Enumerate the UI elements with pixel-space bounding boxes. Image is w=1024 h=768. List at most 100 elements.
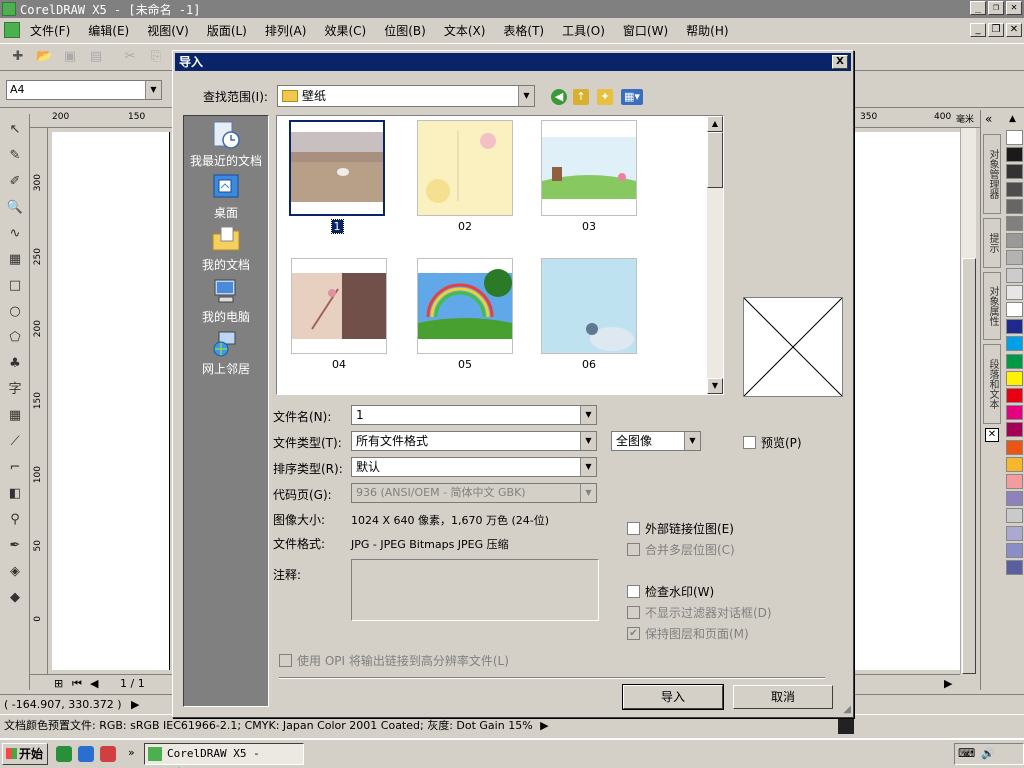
palette-swatch[interactable] — [1006, 336, 1023, 352]
palette-swatch[interactable] — [1006, 181, 1023, 197]
place-my-documents[interactable]: 我的文档 — [184, 224, 268, 273]
file-name[interactable]: 03 — [541, 220, 637, 233]
palette-swatch[interactable] — [1006, 560, 1023, 575]
place-recent[interactable]: 我最近的文档 — [184, 120, 268, 169]
chevron-down-icon[interactable]: ▼ — [580, 406, 596, 424]
chevron-down-icon[interactable]: ▼ — [684, 432, 700, 450]
copy-icon[interactable]: ⎘ — [148, 49, 164, 65]
doc-restore-button[interactable]: ❐ — [988, 23, 1004, 37]
lookin-select[interactable]: 壁纸 ▼ — [277, 85, 535, 107]
docker-tab-hints[interactable]: 提示 — [983, 218, 1001, 268]
chevron-down-icon[interactable]: ▼ — [518, 86, 534, 106]
watermark-checkbox[interactable]: 检查水印(W) — [627, 584, 714, 600]
resize-grip-icon[interactable]: ◢ — [843, 704, 851, 715]
ellipse-tool-icon[interactable]: ○ — [5, 302, 25, 322]
checkbox-box[interactable] — [627, 522, 640, 535]
palette-swatch[interactable] — [1006, 302, 1023, 317]
fill-tool-icon[interactable]: ◈ — [5, 562, 25, 582]
palette-swatch[interactable] — [1006, 456, 1023, 472]
menu-effects[interactable]: 效果(C) — [324, 22, 366, 39]
doc-close-button[interactable]: ✕ — [1006, 23, 1022, 37]
chevron-down-icon[interactable]: ▼ — [580, 458, 596, 476]
connector-tool-icon[interactable]: ⌐ — [5, 458, 25, 478]
page-size-select[interactable]: A4 ▼ — [6, 80, 162, 100]
palette-scroll-up-icon[interactable]: ▲ — [1009, 114, 1016, 124]
file-list-scrollbar[interactable]: ▲ ▼ — [707, 116, 723, 394]
palette-swatch[interactable] — [1006, 508, 1023, 524]
palette-swatch[interactable] — [1006, 353, 1023, 369]
palette-swatch[interactable] — [1006, 250, 1023, 266]
palette-swatch[interactable] — [1006, 439, 1023, 455]
palette-swatch[interactable] — [1006, 319, 1023, 335]
palette-swatch[interactable] — [1006, 267, 1023, 283]
palette-swatch[interactable] — [1006, 525, 1023, 541]
close-button[interactable]: ✕ — [1006, 1, 1022, 15]
rectangle-tool-icon[interactable]: □ — [5, 276, 25, 296]
sort-select[interactable]: 默认 ▼ — [351, 457, 597, 477]
file-name[interactable]: 1 — [289, 219, 385, 234]
menu-table[interactable]: 表格(T) — [503, 22, 544, 39]
basic-shapes-icon[interactable]: ♣ — [5, 354, 25, 374]
vertical-scrollbar[interactable] — [960, 128, 976, 674]
menu-window[interactable]: 窗口(W) — [623, 22, 668, 39]
text-tool-icon[interactable]: 字 — [5, 380, 25, 400]
palette-swatch[interactable] — [1006, 164, 1023, 180]
palette-swatch[interactable] — [1006, 130, 1023, 145]
menu-help[interactable]: 帮助(H) — [686, 22, 728, 39]
save-icon[interactable]: ▣ — [62, 49, 78, 65]
interactive-fill-icon[interactable]: ◆ — [5, 588, 25, 608]
shape-tool-icon[interactable]: ✎ — [5, 146, 25, 166]
fill-indicator[interactable] — [838, 718, 854, 734]
print-icon[interactable]: ▤ — [88, 49, 104, 65]
crop-tool-icon[interactable]: ✐ — [5, 172, 25, 192]
menu-tools[interactable]: 工具(O) — [562, 22, 605, 39]
menu-bitmaps[interactable]: 位图(B) — [384, 22, 426, 39]
menu-layout[interactable]: 版面(L) — [207, 22, 247, 39]
palette-swatch[interactable] — [1006, 542, 1023, 558]
place-network[interactable]: 网上邻居 — [184, 328, 268, 377]
volume-icon[interactable]: 🔊 — [981, 747, 995, 760]
palette-swatch[interactable] — [1006, 370, 1023, 386]
pick-tool-icon[interactable]: ↖ — [5, 120, 25, 140]
palette-swatch[interactable] — [1006, 284, 1023, 300]
docker-tab-object-manager[interactable]: 对象管理器 — [983, 134, 1001, 214]
place-my-computer[interactable]: 我的电脑 — [184, 276, 268, 325]
file-thumbnail[interactable] — [289, 120, 385, 216]
smart-fill-icon[interactable]: ▦ — [5, 250, 25, 270]
file-thumbnail[interactable] — [541, 258, 637, 354]
import-mode-select[interactable]: 全图像 ▼ — [611, 431, 701, 451]
file-name[interactable]: 04 — [291, 358, 387, 371]
import-button[interactable]: 导入 — [622, 684, 724, 710]
file-list[interactable]: 1 02 03 04 05 06 ▲ ▼ — [276, 115, 724, 395]
document-icon[interactable] — [4, 22, 20, 38]
start-button[interactable]: 开始 — [2, 743, 48, 765]
palette-swatch[interactable] — [1006, 147, 1023, 163]
checkbox-box[interactable] — [743, 436, 756, 449]
palette-swatch[interactable] — [1006, 405, 1023, 421]
outline-pen-icon[interactable]: ✒ — [5, 536, 25, 556]
first-page-icon[interactable]: ⏮ — [72, 677, 82, 691]
dialog-close-button[interactable]: X — [832, 55, 848, 69]
minimize-button[interactable]: _ — [970, 1, 986, 15]
page-area[interactable] — [52, 132, 170, 670]
expand-arrow-icon[interactable]: ▶ — [540, 719, 548, 732]
back-icon[interactable]: ◀ — [551, 89, 567, 105]
scroll-thumb[interactable] — [962, 258, 976, 674]
preview-checkbox[interactable]: 预览(P) — [743, 435, 802, 451]
more-quicklaunch-icon[interactable]: » — [128, 746, 135, 759]
up-folder-icon[interactable]: ↑ — [573, 89, 589, 105]
eyedropper-icon[interactable]: ⚲ — [5, 510, 25, 530]
palette-swatch[interactable] — [1006, 388, 1023, 403]
scroll-up-icon[interactable]: ▲ — [707, 116, 723, 132]
filetype-select[interactable]: 所有文件格式 ▼ — [351, 431, 597, 451]
blend-tool-icon[interactable]: ◧ — [5, 484, 25, 504]
view-menu-icon[interactable]: ▦▾ — [621, 89, 643, 105]
open-icon[interactable]: 📂 — [36, 49, 52, 65]
add-page-icon[interactable]: ⊞ — [54, 677, 63, 690]
palette-swatch[interactable] — [1006, 198, 1023, 214]
place-desktop[interactable]: 桌面 — [184, 172, 268, 221]
new-document-icon[interactable]: ✚ — [10, 49, 26, 65]
freehand-tool-icon[interactable]: ∿ — [5, 224, 25, 244]
cancel-button[interactable]: 取消 — [733, 685, 833, 709]
collapse-docker-icon[interactable]: « — [985, 112, 992, 126]
